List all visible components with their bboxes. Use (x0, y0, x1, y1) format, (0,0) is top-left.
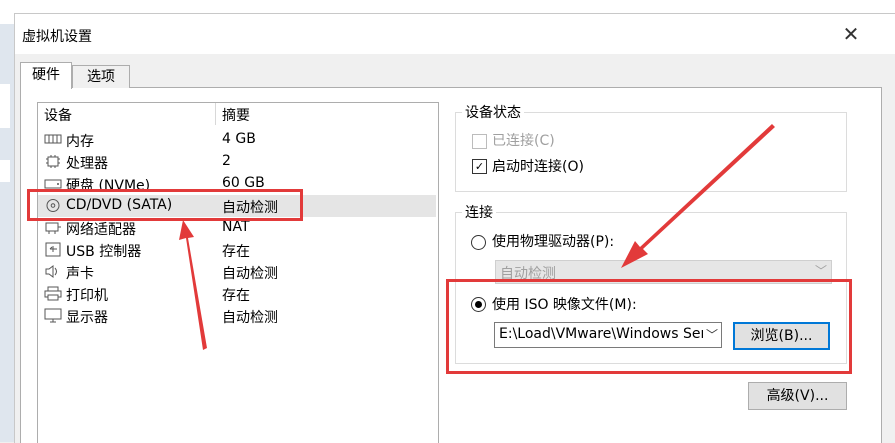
arrow-up-to-cd-dvd (179, 220, 207, 350)
arrow-down-to-physical-drive (621, 124, 775, 268)
annotation-arrows (179, 124, 775, 350)
tab-hardware[interactable]: 硬件 (20, 62, 72, 89)
